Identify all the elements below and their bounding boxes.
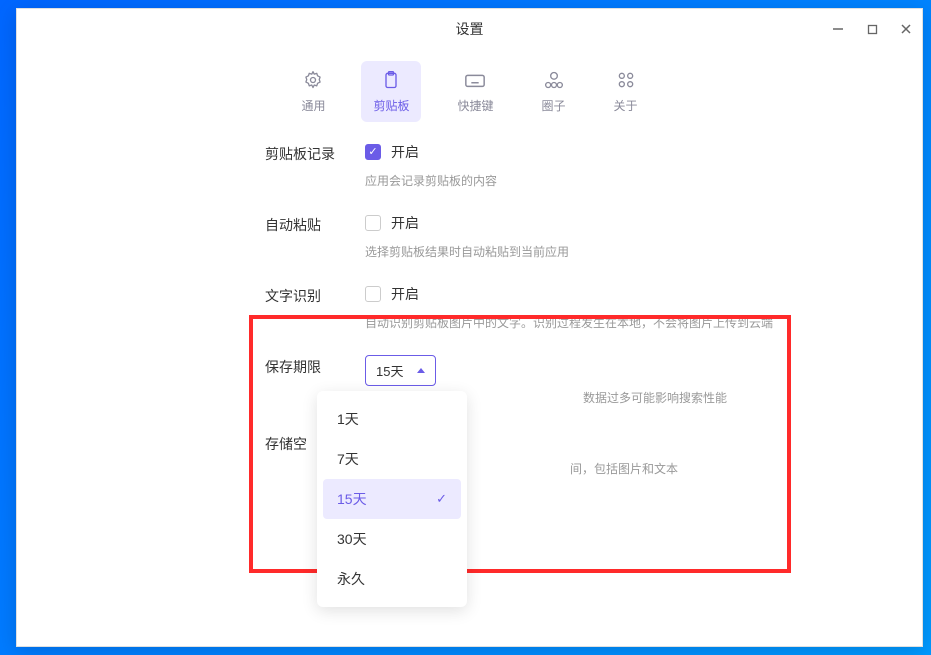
dropdown-option-1day[interactable]: 1天 bbox=[317, 399, 467, 439]
window-controls bbox=[830, 9, 914, 49]
setting-text-recognition: 文字识别 开启 自动识别剪贴板图片中的文字。识别过程发生在本地，不会将图片上传到… bbox=[265, 284, 862, 331]
dropdown-option-15day[interactable]: 15天✓ bbox=[323, 479, 461, 519]
retention-dropdown: 1天 7天 15天✓ 30天 永久 bbox=[317, 391, 467, 607]
setting-label: 文字识别 bbox=[265, 284, 365, 306]
settings-window: 设置 通用 剪贴板 bbox=[16, 8, 923, 647]
retention-select[interactable]: 15天 bbox=[365, 355, 436, 386]
select-value: 15天 bbox=[376, 361, 403, 380]
setting-hint: 自动识别剪贴板图片中的文字。识别过程发生在本地，不会将图片上传到云端 bbox=[365, 314, 862, 331]
tab-circle[interactable]: 圈子 bbox=[530, 61, 578, 122]
dropdown-option-forever[interactable]: 永久 bbox=[317, 559, 467, 599]
close-button[interactable] bbox=[898, 21, 914, 37]
checkbox-label: 开启 bbox=[391, 142, 419, 162]
tab-clipboard[interactable]: 剪贴板 bbox=[361, 61, 421, 122]
setting-auto-paste: 自动粘贴 开启 选择剪贴板结果时自动粘贴到当前应用 bbox=[265, 213, 862, 260]
checkbox-label: 开启 bbox=[391, 284, 419, 304]
setting-clipboard-record: 剪贴板记录 开启 应用会记录剪贴板的内容 bbox=[265, 142, 862, 189]
tab-about[interactable]: 关于 bbox=[602, 61, 650, 122]
setting-hint: 间，包括图片和文本 bbox=[570, 460, 678, 477]
setting-retention: 保存期限 15天 数据过多可能影响搜索性能 1天 7天 15天✓ 30天 永久 bbox=[265, 355, 862, 386]
chevron-up-icon bbox=[417, 368, 425, 373]
setting-label: 剪贴板记录 bbox=[265, 142, 365, 164]
tab-general[interactable]: 通用 bbox=[289, 61, 337, 122]
dropdown-option-7day[interactable]: 7天 bbox=[317, 439, 467, 479]
tab-label: 剪贴板 bbox=[373, 97, 409, 114]
setting-label: 保存期限 bbox=[265, 355, 365, 377]
maximize-button[interactable] bbox=[864, 21, 880, 37]
check-icon: ✓ bbox=[436, 491, 447, 507]
setting-label: 自动粘贴 bbox=[265, 213, 365, 235]
clipboard-icon bbox=[380, 69, 402, 91]
checkbox-label: 开启 bbox=[391, 213, 419, 233]
clipboard-record-checkbox[interactable] bbox=[365, 144, 381, 160]
people-icon bbox=[543, 69, 565, 91]
tab-label: 圈子 bbox=[542, 97, 566, 114]
titlebar: 设置 bbox=[17, 9, 922, 49]
grid-icon bbox=[615, 69, 637, 91]
gear-icon bbox=[302, 69, 324, 91]
tab-bar: 通用 剪贴板 快捷键 圈子 关于 bbox=[17, 49, 922, 142]
settings-content: 剪贴板记录 开启 应用会记录剪贴板的内容 自动粘贴 开启 选择剪贴板结果时自动粘… bbox=[17, 142, 922, 454]
setting-hint: 应用会记录剪贴板的内容 bbox=[365, 172, 862, 189]
dropdown-option-30day[interactable]: 30天 bbox=[317, 519, 467, 559]
setting-hint: 数据过多可能影响搜索性能 bbox=[583, 389, 727, 406]
text-recognition-checkbox[interactable] bbox=[365, 286, 381, 302]
minimize-button[interactable] bbox=[830, 21, 846, 37]
tab-label: 关于 bbox=[614, 97, 638, 114]
auto-paste-checkbox[interactable] bbox=[365, 215, 381, 231]
keyboard-icon bbox=[464, 69, 486, 91]
setting-hint: 选择剪贴板结果时自动粘贴到当前应用 bbox=[365, 243, 862, 260]
tab-label: 通用 bbox=[301, 97, 325, 114]
tab-label: 快捷键 bbox=[457, 97, 493, 114]
tab-shortcut[interactable]: 快捷键 bbox=[445, 61, 505, 122]
window-title: 设置 bbox=[456, 19, 484, 39]
